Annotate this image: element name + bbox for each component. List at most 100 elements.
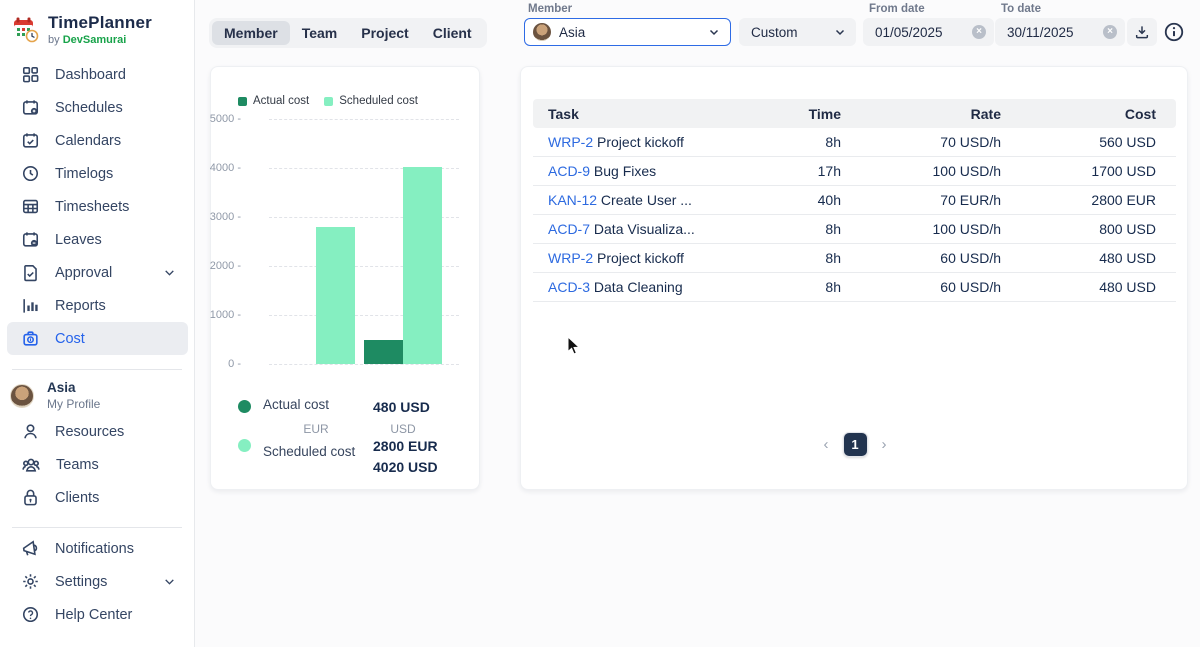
time-cell: 8h <box>749 279 841 295</box>
info-button[interactable] <box>1163 21 1185 43</box>
table-row[interactable]: ACD-7 Data Visualiza... 8h 100 USD/h 800… <box>533 215 1176 244</box>
to-date-value: 30/11/2025 <box>1007 25 1074 40</box>
clock-icon <box>21 164 40 183</box>
time-cell: 17h <box>749 163 841 179</box>
download-button[interactable] <box>1127 18 1157 46</box>
col-cost: Cost <box>1001 106 1156 122</box>
sidebar-item-leaves[interactable]: Leaves <box>7 223 188 256</box>
actual-cost-bar-USD[interactable] <box>364 340 403 364</box>
gear-icon <box>21 572 40 591</box>
task-cell: ACD-9 Bug Fixes <box>548 163 749 179</box>
table-row[interactable]: WRP-2 Project kickoff 8h 70 USD/h 560 US… <box>533 128 1176 157</box>
chevron-down-icon <box>708 26 720 38</box>
sidebar-item-timesheets[interactable]: Timesheets <box>7 190 188 223</box>
sidebar-item-notifications[interactable]: Notifications <box>7 532 188 565</box>
member-select[interactable]: Asia <box>524 18 731 46</box>
scheduled-cost-bar-USD[interactable] <box>403 167 442 364</box>
col-rate: Rate <box>841 106 1001 122</box>
tab-project[interactable]: Project <box>349 21 420 45</box>
sidebar-item-clients[interactable]: Clients <box>7 481 188 514</box>
time-cell: 40h <box>749 192 841 208</box>
to-date-label: To date <box>1001 3 1041 15</box>
sidebar-item-approval[interactable]: Approval <box>7 256 188 289</box>
calendar-check-icon <box>21 131 40 150</box>
sidebar-item-timelogs[interactable]: Timelogs <box>7 157 188 190</box>
prev-page-chevron-icon[interactable]: ‹ <box>824 437 829 452</box>
scheduled-cost-bar-EUR[interactable] <box>316 227 355 364</box>
sidebar-item-schedules[interactable]: Schedules <box>7 91 188 124</box>
next-page-chevron-icon[interactable]: › <box>882 437 887 452</box>
profile-name: Asia <box>47 380 100 397</box>
team-group-icon <box>21 455 41 475</box>
chart-plot: 0 -1000 -2000 -3000 -4000 -5000 - <box>269 119 459 364</box>
task-code-link[interactable]: WRP-2 <box>548 134 593 150</box>
cost-cell: 800 USD <box>1001 221 1156 237</box>
tab-client[interactable]: Client <box>421 21 484 45</box>
app-logo[interactable]: TimePlanner by DevSamurai <box>0 0 194 54</box>
chart-summary: Actual cost 480 USD Scheduled cost 2800 … <box>238 397 458 496</box>
app-subtitle: by DevSamurai <box>48 34 152 46</box>
task-code-link[interactable]: ACD-9 <box>548 163 590 179</box>
actual-dot-icon <box>238 400 251 413</box>
sidebar-item-help-center[interactable]: Help Center <box>7 598 188 631</box>
from-date-input[interactable]: 01/05/2025 × <box>863 18 994 46</box>
rate-cell: 100 USD/h <box>841 221 1001 237</box>
col-task: Task <box>548 106 749 122</box>
legend-item-scheduled: Scheduled cost <box>324 95 418 107</box>
task-code-link[interactable]: KAN-12 <box>548 192 597 208</box>
table-row[interactable]: WRP-2 Project kickoff 8h 60 USD/h 480 US… <box>533 244 1176 273</box>
rate-cell: 70 EUR/h <box>841 192 1001 208</box>
sidebar-item-calendars[interactable]: Calendars <box>7 124 188 157</box>
calendar-logo-icon <box>12 16 39 43</box>
table-row[interactable]: KAN-12 Create User ... 40h 70 EUR/h 2800… <box>533 186 1176 215</box>
app-title: TimePlanner <box>48 13 152 33</box>
tab-member[interactable]: Member <box>212 21 290 45</box>
tab-team[interactable]: Team <box>290 21 350 45</box>
help-question-icon <box>21 605 40 624</box>
task-cell: ACD-3 Data Cleaning <box>548 279 749 295</box>
gridline <box>269 364 459 365</box>
chart-plot-area: 0 -1000 -2000 -3000 -4000 -5000 - EURUSD <box>211 119 481 364</box>
time-cell: 8h <box>749 134 841 150</box>
y-axis-tick-label: 2000 - <box>201 260 241 272</box>
table-row[interactable]: ACD-9 Bug Fixes 17h 100 USD/h 1700 USD <box>533 157 1176 186</box>
task-code-link[interactable]: ACD-3 <box>548 279 590 295</box>
table-body: WRP-2 Project kickoff 8h 70 USD/h 560 US… <box>533 128 1176 302</box>
sidebar-item-cost[interactable]: Cost <box>7 322 188 355</box>
summary-scheduled-row: Scheduled cost 2800 EUR4020 USD <box>238 436 458 478</box>
task-code-link[interactable]: ACD-7 <box>548 221 590 237</box>
cost-cell: 480 USD <box>1001 250 1156 266</box>
clear-icon[interactable]: × <box>1103 25 1117 39</box>
task-cell: ACD-7 Data Visualiza... <box>548 221 749 237</box>
gridline <box>269 119 459 120</box>
to-date-input[interactable]: 30/11/2025 × <box>995 18 1125 46</box>
y-axis-tick-label: 5000 - <box>201 113 241 125</box>
y-axis-tick-label: 1000 - <box>201 309 241 321</box>
y-axis-tick-label: 0 - <box>201 358 241 370</box>
pagination: ‹ 1 › <box>521 432 1189 457</box>
clear-icon[interactable]: × <box>972 25 986 39</box>
sidebar-item-resources[interactable]: Resources <box>7 415 188 448</box>
sidebar-item-reports[interactable]: Reports <box>7 289 188 322</box>
reports-bar-chart-icon <box>21 296 40 315</box>
app-window: TimePlanner by DevSamurai Dashboard Sche… <box>0 0 1200 647</box>
sidebar-item-teams[interactable]: Teams <box>7 448 188 481</box>
scheduled-legend-swatch <box>324 97 333 106</box>
cost-cell: 480 USD <box>1001 279 1156 295</box>
leave-calendar-minus-icon <box>21 230 40 249</box>
profile-item[interactable]: Asia My Profile <box>0 372 195 420</box>
download-icon <box>1134 24 1150 40</box>
date-range-select[interactable]: Custom <box>739 18 856 46</box>
current-page-button[interactable]: 1 <box>843 432 868 457</box>
task-code-link[interactable]: WRP-2 <box>548 250 593 266</box>
table-row[interactable]: ACD-3 Data Cleaning 8h 60 USD/h 480 USD <box>533 273 1176 302</box>
sidebar-item-settings[interactable]: Settings <box>7 565 188 598</box>
col-time: Time <box>749 106 841 122</box>
chevron-down-icon <box>163 575 176 588</box>
info-icon <box>1163 21 1185 43</box>
sidebar-item-dashboard[interactable]: Dashboard <box>7 58 188 91</box>
cost-cell: 560 USD <box>1001 134 1156 150</box>
dashboard-icon <box>21 65 40 84</box>
task-cell: KAN-12 Create User ... <box>548 192 749 208</box>
time-cell: 8h <box>749 221 841 237</box>
